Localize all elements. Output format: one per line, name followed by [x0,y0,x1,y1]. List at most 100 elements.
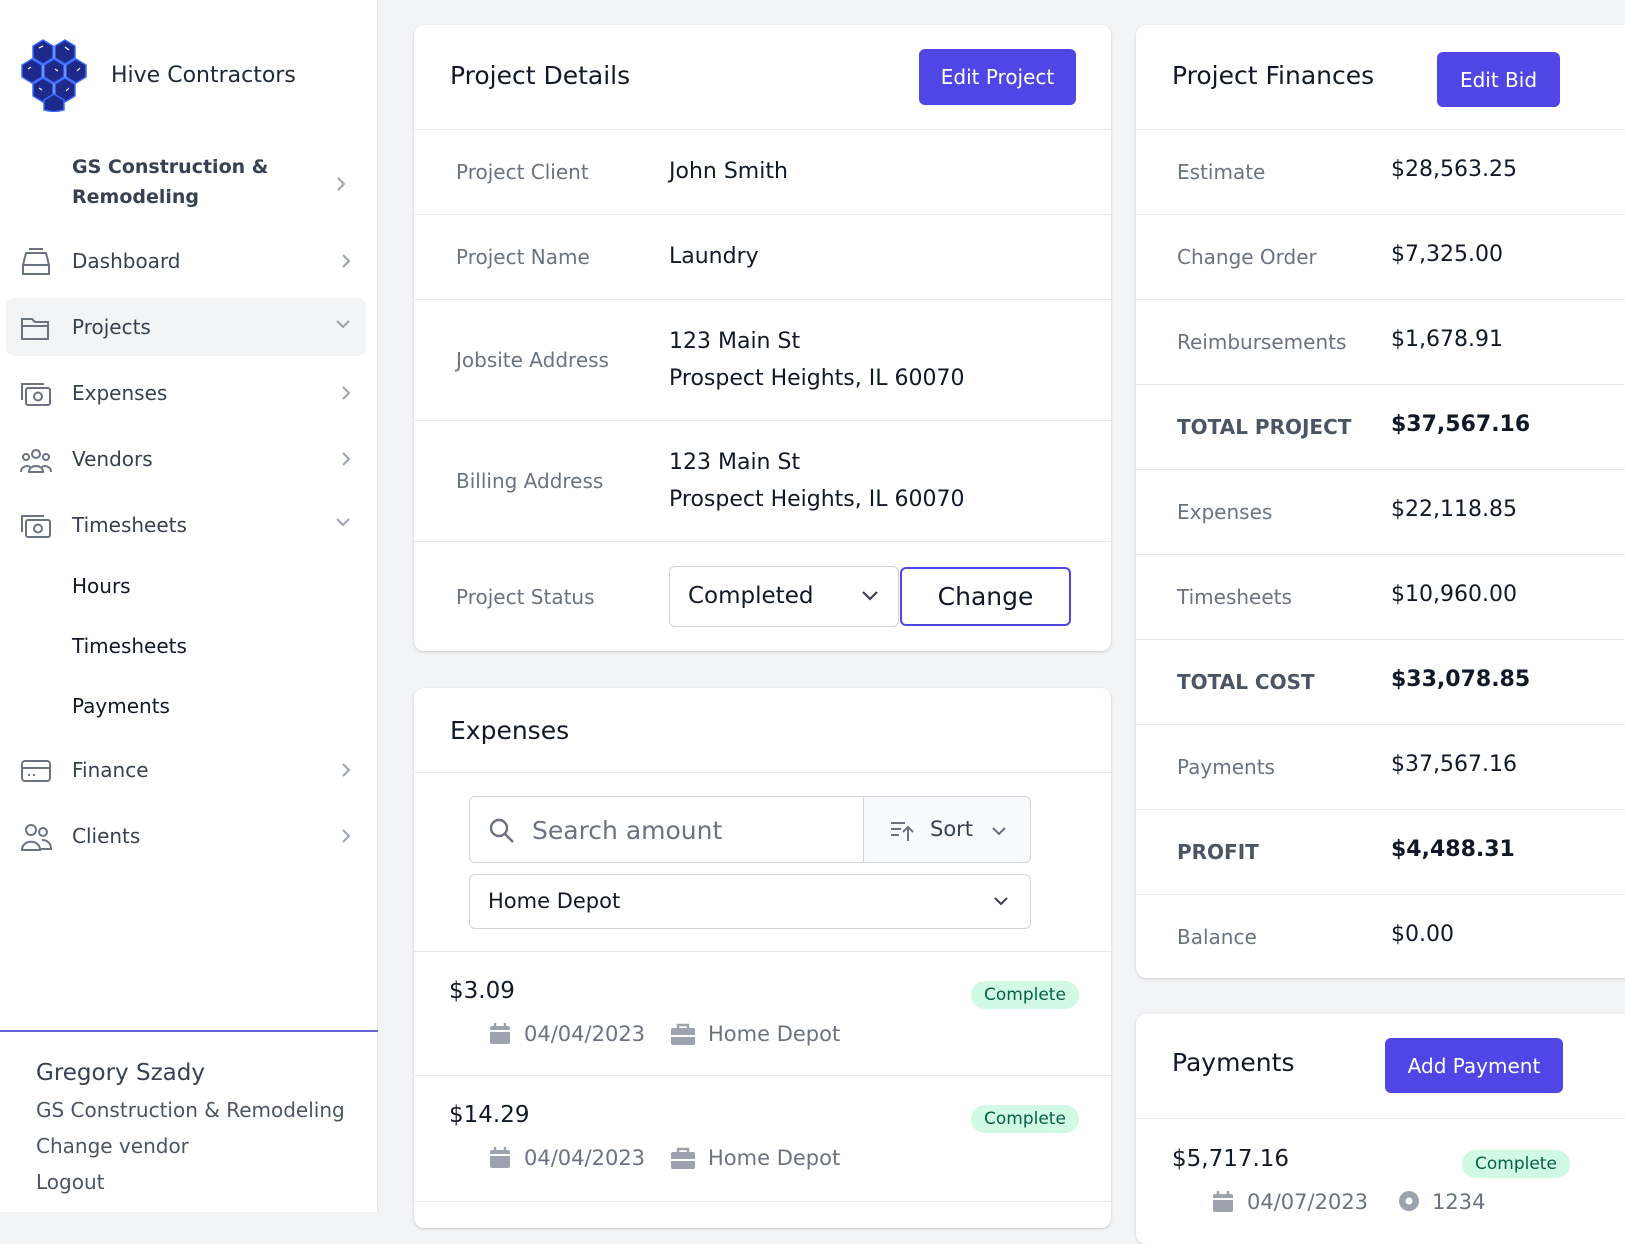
nav-label: Projects [72,315,151,339]
org-switcher[interactable]: GS Construction & Remodeling [72,152,357,212]
nav-vendors[interactable]: Vendors [6,430,366,488]
footer-org: GS Construction & Remodeling [36,1098,345,1122]
sidebar: Hive Contractors GS Construction & Remod… [0,0,378,1212]
map-pin-icon [1399,1191,1419,1211]
payments-card: Payments Add Payment $5,717.16 Complete … [1136,1014,1625,1244]
expense-vendor: Home Depot [670,1146,840,1170]
jobsite-line2: Prospect Heights, IL 60070 [669,366,965,391]
chevron-right-icon [342,386,351,400]
chevron-right-icon [337,177,346,191]
payments-value: $37,567.16 [1391,752,1517,777]
edit-project-button[interactable]: Edit Project [919,49,1076,105]
timesheets-value: $10,960.00 [1391,582,1517,607]
inbox-icon [22,248,50,275]
change-order-value: $7,325.00 [1391,242,1503,267]
vendor-text: Home Depot [708,1022,841,1046]
chevron-down-icon [336,518,350,527]
briefcase-icon [671,1023,695,1045]
balance-label: Balance [1177,925,1257,949]
jobsite-label: Jobsite Address [456,348,609,372]
cash-icon [21,383,51,406]
subnav-hours[interactable]: Hours [72,574,131,598]
brand[interactable]: Hive Contractors [17,38,296,112]
chevron-right-icon [342,829,351,843]
vendor-text: Home Depot [708,1146,841,1170]
total-cost-label: TOTAL COST [1177,670,1315,694]
divider [1136,299,1625,300]
jobsite-line1: 123 Main St [669,329,801,354]
status-badge: Complete [971,981,1079,1009]
sidebar-footer: Gregory Szady GS Construction & Remodeli… [0,1030,378,1206]
add-payment-button[interactable]: Add Payment [1385,1038,1563,1093]
divider [414,299,1111,300]
logout-link[interactable]: Logout [36,1170,378,1194]
billing-line1: 123 Main St [669,450,801,475]
chevron-right-icon [342,763,351,777]
divider [414,1075,1111,1076]
nav-timesheets[interactable]: Timesheets [6,496,366,554]
card-title: Project Finances [1172,61,1375,90]
change-status-button[interactable]: Change [900,567,1071,626]
status-value: Completed [688,583,814,609]
profit-value: $4,488.31 [1391,837,1515,862]
divider [1136,554,1625,555]
nav-finance[interactable]: Finance [6,741,366,799]
expenses-label: Expenses [1177,500,1273,524]
client-value: John Smith [669,159,788,184]
payment-amount: $5,717.16 [1172,1146,1290,1172]
expenses-value: $22,118.85 [1391,497,1517,522]
payments-label: Payments [1177,755,1275,779]
profit-label: PROFIT [1177,840,1259,864]
search-amount-input[interactable] [530,811,850,849]
reimbursements-label: Reimbursements [1177,330,1347,354]
sort-label: Sort [930,817,974,841]
project-status-select[interactable]: Completed [669,566,899,627]
status-badge: Complete [1462,1150,1570,1178]
divider [414,1201,1111,1202]
expenses-card: Expenses Sort Home Depot $3.09 Complete … [414,688,1111,1228]
search-amount-field[interactable] [469,796,864,863]
project-name-label: Project Name [456,245,590,269]
billing-label: Billing Address [456,469,604,493]
sort-button[interactable]: Sort [863,796,1031,863]
divider [1136,724,1625,725]
vendor-filter-select[interactable]: Home Depot [469,874,1031,929]
nav-label: Dashboard [72,249,181,273]
vendor-filter-value: Home Depot [488,889,621,913]
hive-logo-icon [21,39,87,112]
divider [1136,639,1625,640]
edit-bid-button[interactable]: Edit Bid [1437,52,1560,107]
user-name: Gregory Szady [36,1060,205,1086]
chevron-down-icon [992,827,1006,836]
chevron-down-icon [994,897,1008,906]
divider [1136,214,1625,215]
calendar-icon [490,1023,510,1044]
divider [1136,129,1625,130]
nav-label: Clients [72,824,141,848]
ref-text: 1234 [1432,1190,1486,1214]
nav-clients[interactable]: Clients [6,807,366,865]
date-text: 04/04/2023 [524,1146,646,1170]
billing-line2: Prospect Heights, IL 60070 [669,487,965,512]
divider [414,129,1111,130]
nav-label: Expenses [72,381,168,405]
divider [414,420,1111,421]
timesheets-label: Timesheets [1177,585,1292,609]
client-label: Project Client [456,160,589,184]
briefcase-icon [671,1147,695,1169]
calendar-icon [490,1147,510,1168]
card-title: Project Details [450,61,631,90]
divider [414,772,1111,773]
nav-label: Timesheets [72,513,187,537]
nav-expenses[interactable]: Expenses [6,364,366,422]
reimbursements-value: $1,678.91 [1391,327,1503,352]
sort-ascending-icon [891,822,914,841]
subnav-timesheets[interactable]: Timesheets [72,634,187,658]
nav-dashboard[interactable]: Dashboard [6,232,366,290]
divider [414,951,1111,952]
nav-projects[interactable]: Projects [6,298,366,356]
change-vendor-link[interactable]: Change vendor [36,1134,378,1158]
divider [1136,384,1625,385]
search-icon [489,818,514,843]
subnav-payments[interactable]: Payments [72,694,170,718]
